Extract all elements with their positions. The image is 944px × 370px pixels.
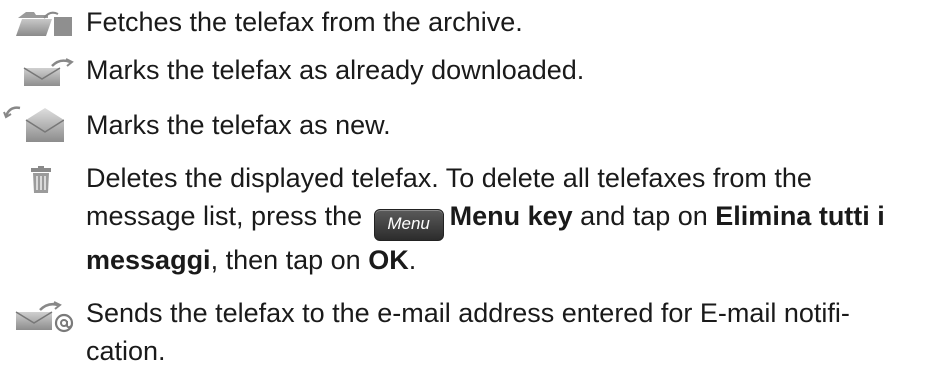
- menu-key-icon: Menu: [373, 209, 444, 241]
- list-item: Marks the telefax as new.: [0, 96, 944, 152]
- item-text-line-1: Sends the telefax to the e-mail address …: [86, 298, 850, 328]
- item-text-line-1: Deletes the displayed telefax. To delete…: [86, 163, 812, 193]
- item-text: Marks the telefax as new.: [86, 110, 391, 140]
- item-text-line-2: message list, press the Menu Menu key and…: [86, 197, 885, 241]
- item-text: Deletes the displayed telefax. To delete…: [86, 159, 885, 279]
- elimina-label: Elimina tutti i: [715, 201, 885, 231]
- item-text: Sends the telefax to the e-mail address …: [86, 294, 850, 370]
- menu-key-label: Menu key: [449, 201, 573, 231]
- folder-archive-icon: [16, 11, 72, 36]
- item-text: Fetches the telefax from the archive.: [86, 7, 523, 37]
- envelope-email-icon: [15, 301, 74, 333]
- list-item: Sends the telefax to the e-mail address …: [0, 292, 944, 366]
- messaggi-label: messaggi: [86, 245, 211, 275]
- list-item: Marks the telefax as already downloaded.: [0, 46, 944, 96]
- item-text-line-3: messaggi, then tap on OK.: [86, 245, 417, 275]
- list-item: Deletes the displayed telefax. To delete…: [0, 152, 944, 292]
- item-text-line-2: cation.: [86, 336, 166, 366]
- envelope-open-icon: [3, 106, 64, 142]
- envelope-read-icon: [23, 58, 74, 86]
- trash-icon: [31, 166, 51, 193]
- item-text: Marks the telefax as already downloaded.: [86, 55, 585, 85]
- ok-label: OK: [368, 245, 409, 275]
- list-item: Fetches the telefax from the archive.: [0, 0, 944, 46]
